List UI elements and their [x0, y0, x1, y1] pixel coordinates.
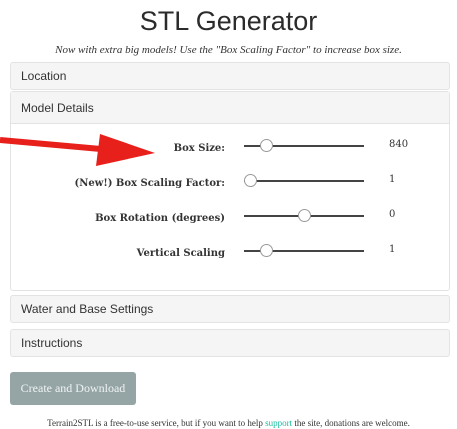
instructions-panel[interactable]: Instructions	[10, 329, 450, 357]
footer-text-after: the site, donations are welcome.	[292, 418, 410, 428]
water-base-panel[interactable]: Water and Base Settings	[10, 295, 450, 323]
vertical-scaling-row: Vertical Scaling 1	[11, 242, 451, 272]
page-subtitle: Now with extra big models! Use the "Box …	[55, 44, 402, 56]
box-rotation-slider[interactable]	[244, 209, 364, 223]
page-title: STL Generator	[139, 6, 318, 36]
box-scaling-factor-label: (New!) Box Scaling Factor:	[74, 178, 225, 189]
box-size-slider[interactable]	[244, 139, 364, 153]
box-scaling-factor-value: 1	[389, 174, 396, 185]
box-rotation-label: Box Rotation (degrees)	[95, 213, 225, 224]
arrow-shaft	[0, 137, 113, 153]
box-rotation-row: Box Rotation (degrees) 0	[11, 207, 451, 237]
instructions-panel-heading[interactable]: Instructions	[11, 330, 449, 356]
footer-text: Terrain2STL is a free-to-use service, bu…	[0, 418, 457, 428]
support-link[interactable]: support	[265, 418, 292, 428]
footer-text-before: Terrain2STL is a free-to-use service, bu…	[47, 418, 266, 428]
model-details-panel: Model Details Box Size: 840 (New!) Box S…	[10, 91, 450, 291]
arrow-head	[96, 134, 155, 166]
box-scaling-factor-row: (New!) Box Scaling Factor: 1	[11, 172, 451, 202]
create-download-button[interactable]: Create and Download	[10, 372, 136, 405]
slider-thumb[interactable]	[259, 244, 273, 257]
slider-track	[244, 180, 364, 182]
slider-thumb[interactable]	[244, 174, 257, 187]
vertical-scaling-slider[interactable]	[244, 244, 364, 258]
location-panel-heading[interactable]: Location	[11, 63, 449, 89]
box-scaling-factor-slider[interactable]	[244, 174, 364, 188]
box-rotation-value: 0	[389, 209, 396, 220]
location-panel[interactable]: Location	[10, 62, 450, 90]
model-details-panel-heading[interactable]: Model Details	[11, 92, 449, 124]
slider-thumb[interactable]	[259, 139, 273, 152]
box-size-label: Box Size:	[173, 143, 225, 154]
red-arrow-icon	[0, 134, 155, 166]
vertical-scaling-label: Vertical Scaling	[136, 248, 225, 259]
water-base-panel-heading[interactable]: Water and Base Settings	[11, 296, 449, 322]
box-size-value: 840	[389, 139, 409, 150]
slider-thumb[interactable]	[298, 209, 311, 222]
vertical-scaling-value: 1	[389, 244, 396, 255]
